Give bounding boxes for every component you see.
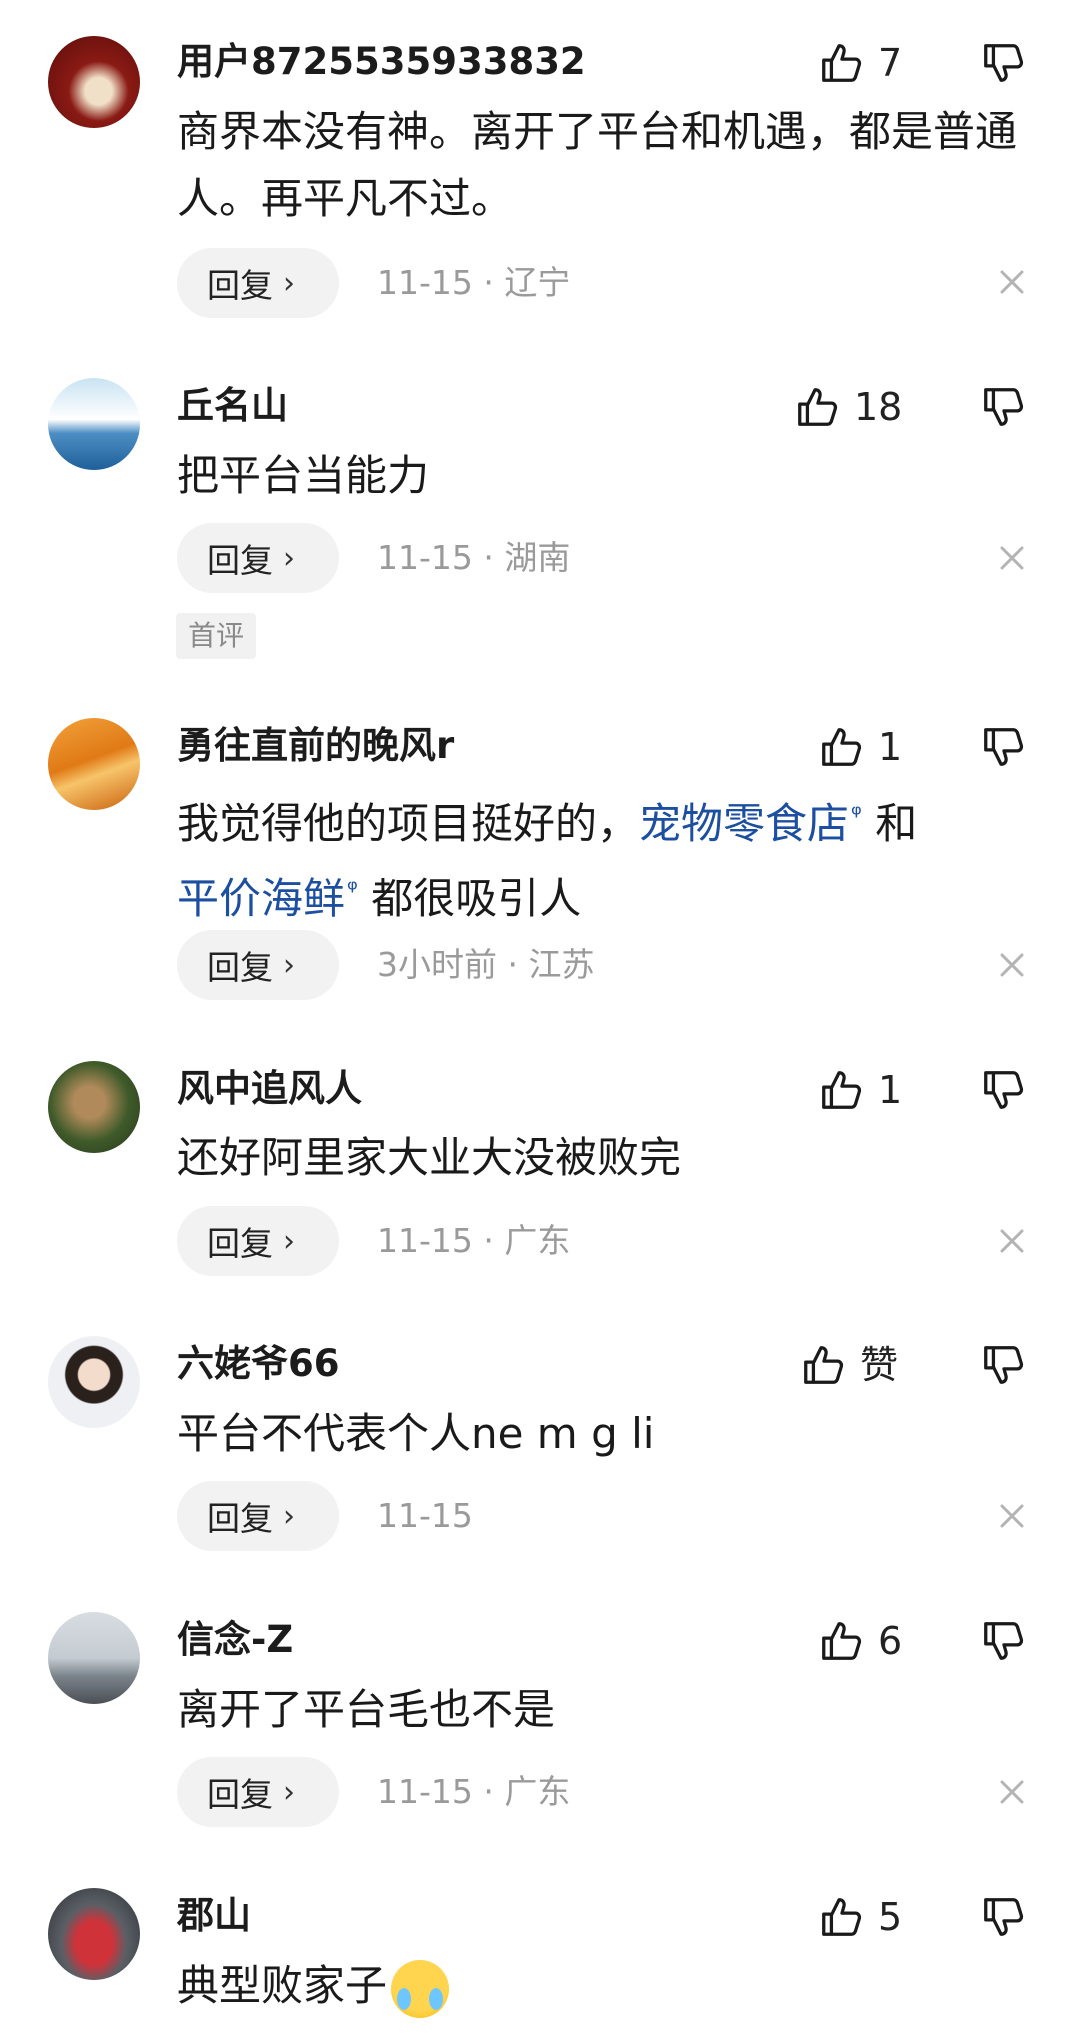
reply-button[interactable]: 回复 › — [177, 1757, 339, 1827]
avatar[interactable] — [48, 1888, 140, 1980]
avatar[interactable] — [48, 36, 140, 128]
reply-button[interactable]: 回复 › — [177, 930, 339, 1000]
thumbs-up-icon — [818, 1067, 864, 1113]
close-icon[interactable] — [996, 266, 1028, 298]
search-link-label: 宠物零食店 — [639, 799, 850, 848]
comment-text: 商界本没有神。离开了平台和机遇，都是普通人。再平凡不过。 — [177, 107, 1018, 223]
like-count: 赞 — [860, 1343, 899, 1387]
avatar[interactable] — [48, 718, 140, 810]
comment-text: 把平台当能力 — [177, 451, 430, 500]
close-icon[interactable] — [996, 542, 1028, 574]
close-icon[interactable] — [996, 1500, 1028, 1532]
chevron-right-icon: › — [283, 265, 295, 301]
chevron-right-icon: › — [283, 540, 295, 576]
like-count: 5 — [878, 1895, 903, 1939]
comment-text: 离开了平台毛也不是 — [177, 1685, 556, 1734]
like-count: 18 — [854, 385, 903, 429]
thumbs-down-icon[interactable] — [980, 1618, 1026, 1664]
thumbs-down-icon[interactable] — [980, 724, 1026, 770]
username[interactable]: 风中追风人 — [177, 1067, 362, 1111]
avatar[interactable] — [48, 1336, 140, 1428]
comment-meta: 11-15 · 广东 — [377, 1772, 571, 1811]
close-icon[interactable] — [996, 1776, 1028, 1808]
search-icon: ᵠ — [347, 875, 358, 905]
like-button[interactable]: 5 — [818, 1892, 902, 1942]
thumbs-down-icon[interactable] — [980, 1894, 1026, 1940]
like-button[interactable]: 6 — [818, 1616, 902, 1666]
comment-text: 典型败家子 — [177, 1952, 1037, 2019]
thumbs-down-icon[interactable] — [980, 1067, 1026, 1113]
reply-label: 回复 — [207, 541, 273, 580]
reply-button[interactable]: 回复 › — [177, 248, 339, 318]
first-comment-badge: 首评 — [176, 613, 257, 659]
search-link-label: 平价海鲜 — [177, 874, 346, 923]
like-button[interactable]: 18 — [794, 382, 902, 432]
like-button[interactable]: 1 — [818, 1065, 902, 1115]
username[interactable]: 郡山 — [177, 1894, 251, 1938]
avatar[interactable] — [48, 1612, 140, 1704]
reply-label: 回复 — [207, 1499, 273, 1538]
reply-label: 回复 — [207, 1775, 273, 1814]
username[interactable]: 信念-Z — [177, 1618, 293, 1662]
like-button[interactable]: 7 — [818, 38, 902, 88]
close-icon[interactable] — [996, 949, 1028, 981]
reply-button[interactable]: 回复 › — [177, 1206, 339, 1276]
search-icon: ᵠ — [851, 800, 862, 830]
chevron-right-icon: › — [283, 947, 295, 983]
comment-text: 平台不代表个人ne m g li — [177, 1409, 655, 1458]
thumbs-up-icon — [800, 1342, 846, 1388]
search-link-seafood[interactable]: 平价海鲜ᵠ — [177, 874, 358, 923]
thumbs-down-icon[interactable] — [980, 40, 1026, 86]
comment-text-part: 我觉得他的项目挺好的， — [177, 799, 640, 848]
comment-text: 还好阿里家大业大没被败完 — [177, 1133, 682, 1182]
like-button[interactable]: 1 — [818, 722, 902, 772]
like-count: 1 — [878, 725, 903, 769]
thumbs-up-icon — [794, 384, 840, 430]
reply-label: 回复 — [207, 948, 273, 987]
comment-meta: 11-15 — [377, 1496, 473, 1535]
avatar[interactable] — [48, 378, 140, 470]
thumbs-up-icon — [818, 724, 864, 770]
crying-face-emoji — [391, 1959, 450, 2018]
thumbs-down-icon[interactable] — [980, 384, 1026, 430]
thumbs-up-icon — [818, 1618, 864, 1664]
comment-text-part: 都很吸引人 — [371, 874, 582, 923]
comment-text: 我觉得他的项目挺好的，宠物零食店ᵠ 和 平价海鲜ᵠ 都很吸引人 — [177, 782, 1037, 932]
reply-button[interactable]: 回复 › — [177, 523, 339, 593]
reply-label: 回复 — [207, 1224, 273, 1263]
search-link-pet-snack-shop[interactable]: 宠物零食店ᵠ — [639, 799, 862, 848]
thumbs-up-icon — [818, 1894, 864, 1940]
chevron-right-icon: › — [283, 1774, 295, 1810]
comment-meta: 11-15 · 广东 — [377, 1221, 571, 1260]
thumbs-down-icon[interactable] — [980, 1342, 1026, 1388]
comment-meta: 11-15 · 辽宁 — [377, 263, 571, 302]
comment-meta: 11-15 · 湖南 — [377, 538, 571, 577]
username[interactable]: 勇往直前的晚风r — [177, 724, 454, 768]
avatar[interactable] — [48, 1061, 140, 1153]
like-count: 7 — [878, 41, 903, 85]
username[interactable]: 六姥爷66 — [177, 1342, 340, 1386]
comment-meta: 3小时前 · 江苏 — [377, 945, 595, 984]
like-count: 1 — [878, 1068, 903, 1112]
username[interactable]: 用户8725535933832 — [177, 40, 586, 84]
like-count: 6 — [878, 1619, 903, 1663]
comment-text-part: 典型败家子 — [177, 1961, 388, 2010]
chevron-right-icon: › — [283, 1223, 295, 1259]
reply-button[interactable]: 回复 › — [177, 1481, 339, 1551]
reply-label: 回复 — [207, 266, 273, 305]
close-icon[interactable] — [996, 1225, 1028, 1257]
username[interactable]: 丘名山 — [177, 384, 288, 428]
like-button[interactable]: 赞 — [800, 1340, 898, 1390]
chevron-right-icon: › — [283, 1498, 295, 1534]
thumbs-up-icon — [818, 40, 864, 86]
comment-text-part: 和 — [875, 799, 918, 848]
